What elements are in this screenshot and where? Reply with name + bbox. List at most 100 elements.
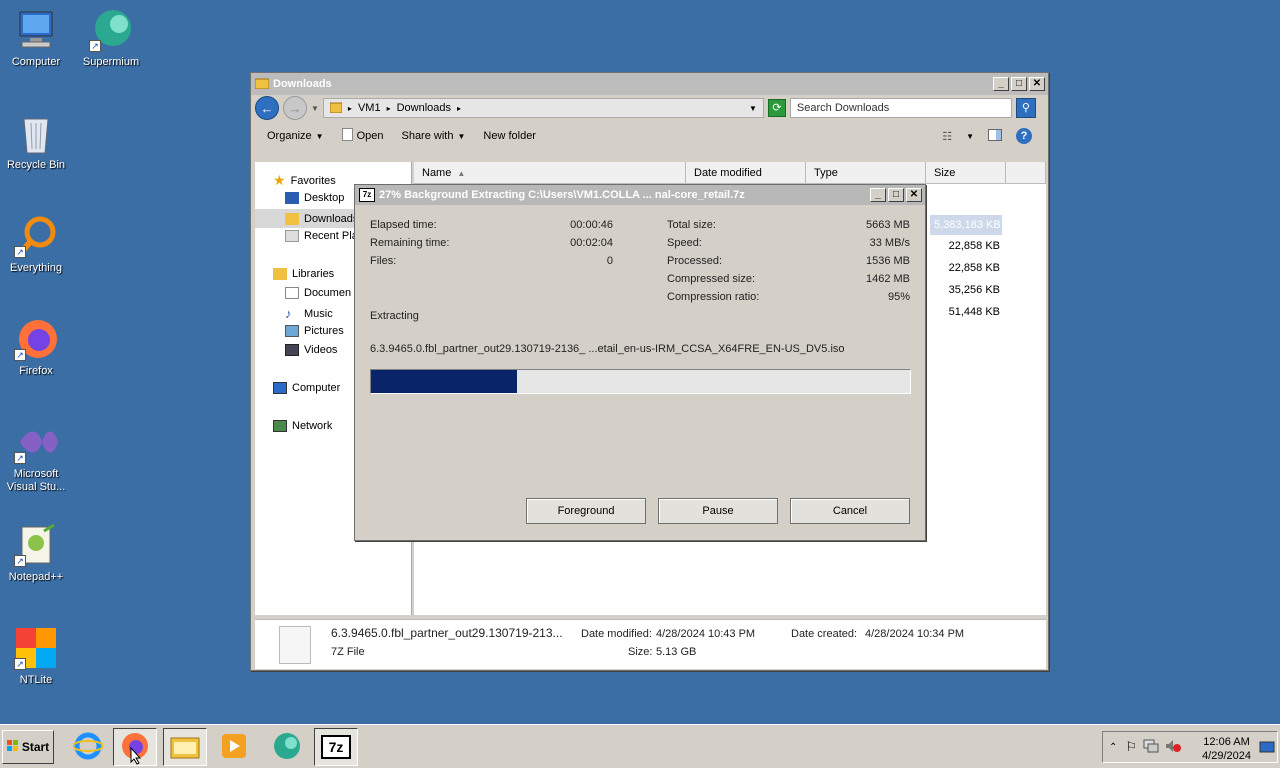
refresh-button[interactable]: ⟳	[767, 99, 786, 117]
clock[interactable]: 12:06 AM 4/29/2024	[1202, 735, 1251, 763]
nav-documents[interactable]: Documen	[285, 287, 351, 299]
minimize-button[interactable]: _	[870, 188, 886, 202]
show-desktop-icon[interactable]	[1259, 740, 1275, 757]
column-header-size[interactable]: Size	[926, 162, 1006, 184]
action-center-flag-icon[interactable]: ⚐	[1125, 739, 1137, 755]
supermium-icon: ↗	[89, 8, 133, 52]
chevron-down-icon[interactable]: ▼	[966, 132, 974, 141]
nav-label: Network	[292, 420, 333, 432]
cancel-button[interactable]: Cancel	[790, 498, 910, 524]
selected-file-size-cell[interactable]: 5,383,183 KB	[930, 215, 1002, 235]
open-button[interactable]: Open	[341, 128, 383, 144]
desktop-icon-ntlite[interactable]: ↗ NTLite	[0, 626, 72, 687]
desktop-icon-label: NTLite	[19, 674, 53, 686]
maximize-button[interactable]: □	[888, 188, 904, 202]
speed-label: Speed:	[667, 237, 702, 249]
search-icon[interactable]: ⚲	[1015, 98, 1036, 118]
breadcrumb-separator-icon: ▸	[347, 103, 352, 113]
nav-label: Recent Pla	[304, 230, 358, 242]
start-button[interactable]: Start	[2, 730, 54, 764]
maximize-button[interactable]: □	[1011, 77, 1027, 91]
taskbar-internet-explorer[interactable]	[66, 728, 110, 766]
file-size-cell: 22,858 KB	[948, 240, 1000, 252]
breadcrumb-separator-icon: ▸	[457, 103, 462, 113]
command-bar: Organize ▼ Open Share with ▼ New folder ☷ …	[251, 121, 1048, 151]
breadcrumb-item[interactable]: Downloads	[397, 102, 451, 114]
nav-pictures[interactable]: Pictures	[285, 325, 344, 337]
foreground-button[interactable]: Foreground	[526, 498, 646, 524]
view-options-icon[interactable]: ☷	[942, 130, 952, 143]
details-date-modified-label: Date modified:	[581, 628, 652, 640]
new-folder-button[interactable]: New folder	[483, 130, 536, 142]
nav-computer[interactable]: Computer	[273, 382, 340, 394]
preview-pane-icon[interactable]	[988, 128, 1002, 144]
show-hidden-icons-icon[interactable]: ⌃	[1109, 742, 1117, 753]
details-size: 5.13 GB	[656, 646, 697, 658]
folder-icon	[254, 77, 270, 92]
taskbar-media-player[interactable]	[212, 728, 256, 766]
network-icon	[273, 420, 287, 432]
nav-music[interactable]: ♪ Music	[285, 306, 333, 321]
details-size-label: Size:	[628, 646, 653, 658]
pictures-icon	[285, 325, 299, 337]
speed-value: 33 MB/s	[869, 237, 910, 249]
desktop-icon-notepad-plus-plus[interactable]: ↗ Notepad++	[0, 523, 72, 584]
nav-recent-places[interactable]: Recent Pla	[285, 230, 358, 242]
details-date-created-label: Date created:	[791, 628, 858, 640]
close-button[interactable]: ✕	[906, 188, 922, 202]
nav-network[interactable]: Network	[273, 420, 332, 432]
share-with-button[interactable]: Share with ▼	[401, 130, 465, 142]
nav-label: Documen	[304, 287, 352, 299]
column-header-name[interactable]: Name ▲	[414, 162, 686, 184]
star-icon: ★	[273, 172, 286, 188]
nav-label: Videos	[304, 344, 338, 356]
nav-videos[interactable]: Videos	[285, 344, 337, 356]
taskbar-windows-explorer[interactable]	[163, 728, 207, 766]
total-size-label: Total size:	[667, 219, 716, 231]
help-icon[interactable]: ?	[1016, 128, 1032, 144]
taskbar-supermium[interactable]	[265, 728, 309, 766]
address-dropdown-icon[interactable]: ▼	[749, 104, 757, 113]
file-icon	[341, 128, 353, 144]
remaining-time-value: 00:02:04	[570, 237, 613, 249]
firefox-icon: ↗	[14, 317, 58, 361]
taskbar-7zip[interactable]: 7z	[314, 728, 358, 766]
computer-icon	[273, 382, 287, 394]
pause-button[interactable]: Pause	[658, 498, 778, 524]
nav-libraries[interactable]: Libraries	[273, 268, 334, 280]
column-header-date-modified[interactable]: Date modified	[686, 162, 806, 184]
organize-button[interactable]: Organize ▼	[267, 130, 324, 142]
explorer-titlebar[interactable]: Downloads _ □ ✕	[251, 73, 1048, 95]
elapsed-time-value: 00:00:46	[570, 219, 613, 231]
column-header-type[interactable]: Type	[806, 162, 926, 184]
minimize-button[interactable]: _	[993, 77, 1009, 91]
nav-favorites[interactable]: ★ Favorites	[273, 172, 336, 189]
compression-ratio-value: 95%	[887, 291, 910, 303]
desktop-icon-visual-studio[interactable]: ↗ Microsoft Visual Stu...	[0, 420, 72, 494]
dialog-titlebar[interactable]: 7z 27% Background Extracting C:\Users\VM…	[355, 185, 925, 205]
breadcrumb-item[interactable]: VM1	[358, 102, 381, 114]
forward-button[interactable]: →	[283, 96, 307, 120]
back-button[interactable]: ←	[255, 96, 279, 120]
chevron-down-icon: ▼	[315, 131, 324, 141]
network-status-icon[interactable]	[1143, 739, 1159, 756]
desktop-icon-everything[interactable]: ↗ Everything	[0, 214, 72, 275]
desktop-icon-firefox[interactable]: ↗ Firefox	[0, 317, 72, 378]
column-label: Name	[422, 167, 452, 179]
address-bar[interactable]: ▸ VM1 ▸ Downloads ▸ ▼	[322, 98, 764, 118]
compressed-size-value: 1462 MB	[865, 273, 910, 285]
volume-muted-icon[interactable]	[1165, 739, 1182, 756]
desktop-icon-computer[interactable]: Computer	[0, 8, 72, 69]
desktop-icon-label: Everything	[10, 262, 62, 274]
recent-pages-dropdown-icon[interactable]: ▼	[311, 104, 319, 113]
desktop-icon-supermium[interactable]: ↗ Supermium	[75, 8, 147, 69]
close-button[interactable]: ✕	[1029, 77, 1045, 91]
desktop-icon-recycle-bin[interactable]: Recycle Bin	[0, 111, 72, 172]
nav-desktop[interactable]: Desktop	[285, 192, 344, 204]
mouse-cursor-icon	[130, 746, 142, 768]
elapsed-time-label: Elapsed time:	[370, 219, 437, 231]
total-size-value: 5663 MB	[865, 219, 910, 231]
column-header-extra[interactable]	[1006, 162, 1046, 184]
search-input[interactable]: Search Downloads	[789, 98, 1012, 118]
shortcut-arrow-icon: ↗	[14, 452, 26, 464]
